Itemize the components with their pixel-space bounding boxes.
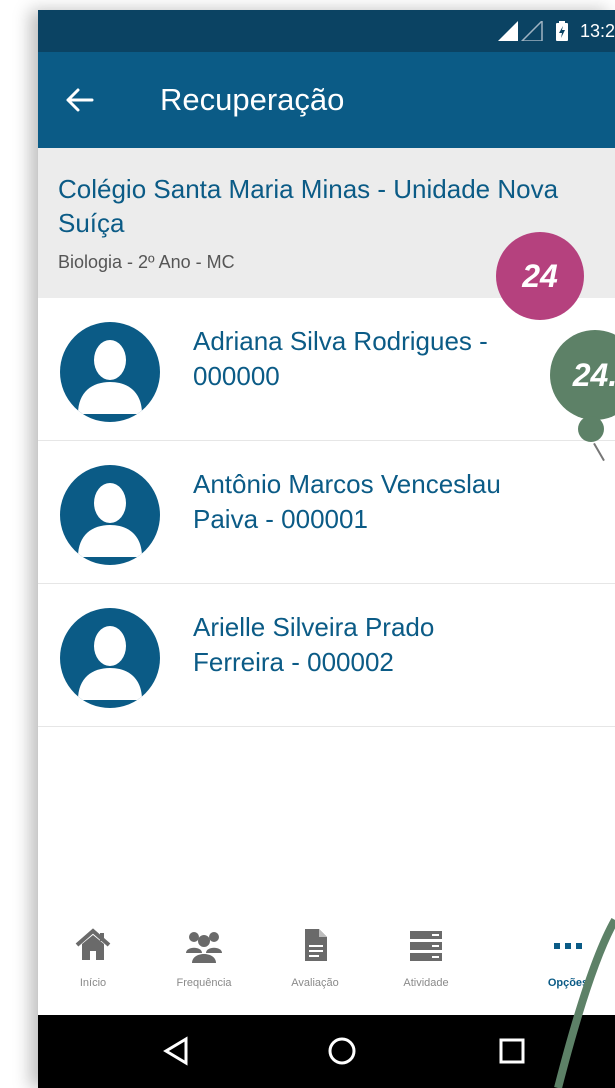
status-bar: 13:2 xyxy=(38,10,615,52)
android-navigation-bar xyxy=(38,1015,615,1088)
more-icon xyxy=(513,925,615,965)
nav-label-inicio: Início xyxy=(79,977,107,989)
nav-label-opcoes: Opções xyxy=(547,977,589,989)
school-name: Colégio Santa Maria Minas - Unidade Nova… xyxy=(58,174,559,238)
student-row[interactable]: Adriana Silva Rodrigues - 000000 xyxy=(38,298,615,441)
back-arrow-icon[interactable] xyxy=(64,84,96,116)
home-circle-icon[interactable] xyxy=(324,1033,360,1074)
student-row[interactable]: Antônio Marcos Venceslau Paiva - 000001 xyxy=(38,441,615,584)
nav-inicio[interactable]: Início xyxy=(38,925,148,989)
nav-opcoes[interactable]: Opções xyxy=(513,925,615,989)
recents-square-icon[interactable] xyxy=(494,1033,530,1074)
student-row[interactable]: Arielle Silveira Prado Ferreira - 000002 xyxy=(38,584,615,727)
nav-label-atividade: Atividade xyxy=(403,977,449,989)
nav-atividade[interactable]: Atividade xyxy=(371,925,481,989)
battery-icon xyxy=(555,21,568,41)
avatar-icon xyxy=(60,465,160,565)
home-icon xyxy=(38,925,148,965)
list-icon xyxy=(371,925,481,965)
student-name: Antônio Marcos Venceslau Paiva - 000001 xyxy=(193,469,501,534)
student-list: Adriana Silva Rodrigues - 000000 Antônio… xyxy=(38,298,615,727)
nav-frequencia[interactable]: Frequência xyxy=(149,925,259,989)
class-info: Biologia - 2º Ano - MC xyxy=(58,252,235,272)
student-name: Arielle Silveira Prado Ferreira - 000002 xyxy=(193,612,435,677)
nav-avaliacao[interactable]: Avaliação xyxy=(260,925,370,989)
back-triangle-icon[interactable] xyxy=(158,1033,194,1074)
student-name: Adriana Silva Rodrigues - 000000 xyxy=(193,326,488,391)
nav-label-frequencia: Frequência xyxy=(176,977,232,989)
phone-screen: 13:2 Recuperação Colégio Santa Maria Min… xyxy=(38,10,615,1088)
bottom-navigation: Início Frequência Avaliação Atividade Op… xyxy=(38,915,615,1015)
avatar-icon xyxy=(60,322,160,422)
annotation-badge-pink: 24 xyxy=(496,232,584,320)
signal-icon xyxy=(497,21,544,41)
nav-label-avaliacao: Avaliação xyxy=(291,977,339,989)
avatar-icon xyxy=(60,608,160,708)
page-title: Recuperação xyxy=(160,82,345,117)
status-icons: 13:2 xyxy=(497,10,615,52)
annotation-pin-dot xyxy=(578,416,604,442)
people-icon xyxy=(149,925,259,965)
app-bar: Recuperação xyxy=(38,52,615,148)
status-time: 13:2 xyxy=(579,20,615,41)
document-icon xyxy=(260,925,370,965)
